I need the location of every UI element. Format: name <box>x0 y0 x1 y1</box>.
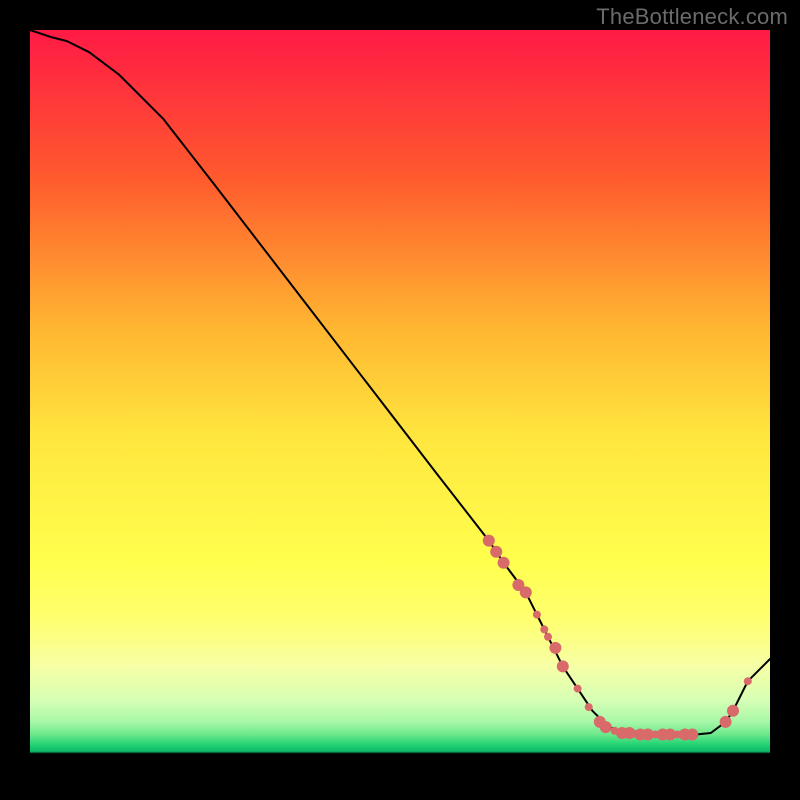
marker-point <box>490 546 502 558</box>
marker-point <box>498 557 510 569</box>
marker-point <box>549 642 561 654</box>
marker-point <box>520 586 532 598</box>
marker-point <box>600 721 612 733</box>
marker-point <box>727 705 739 717</box>
marker-point <box>544 633 552 641</box>
chart-background <box>30 30 770 770</box>
marker-point <box>585 703 593 711</box>
bottleneck-chart <box>0 0 800 800</box>
marker-point <box>557 660 569 672</box>
watermark-label: TheBottleneck.com <box>596 4 788 30</box>
marker-point <box>574 685 582 693</box>
marker-point <box>533 611 541 619</box>
chart-stage: TheBottleneck.com <box>0 0 800 800</box>
marker-point <box>483 535 495 547</box>
marker-point <box>540 625 548 633</box>
marker-point <box>686 728 698 740</box>
marker-point <box>744 677 752 685</box>
marker-point <box>720 716 732 728</box>
